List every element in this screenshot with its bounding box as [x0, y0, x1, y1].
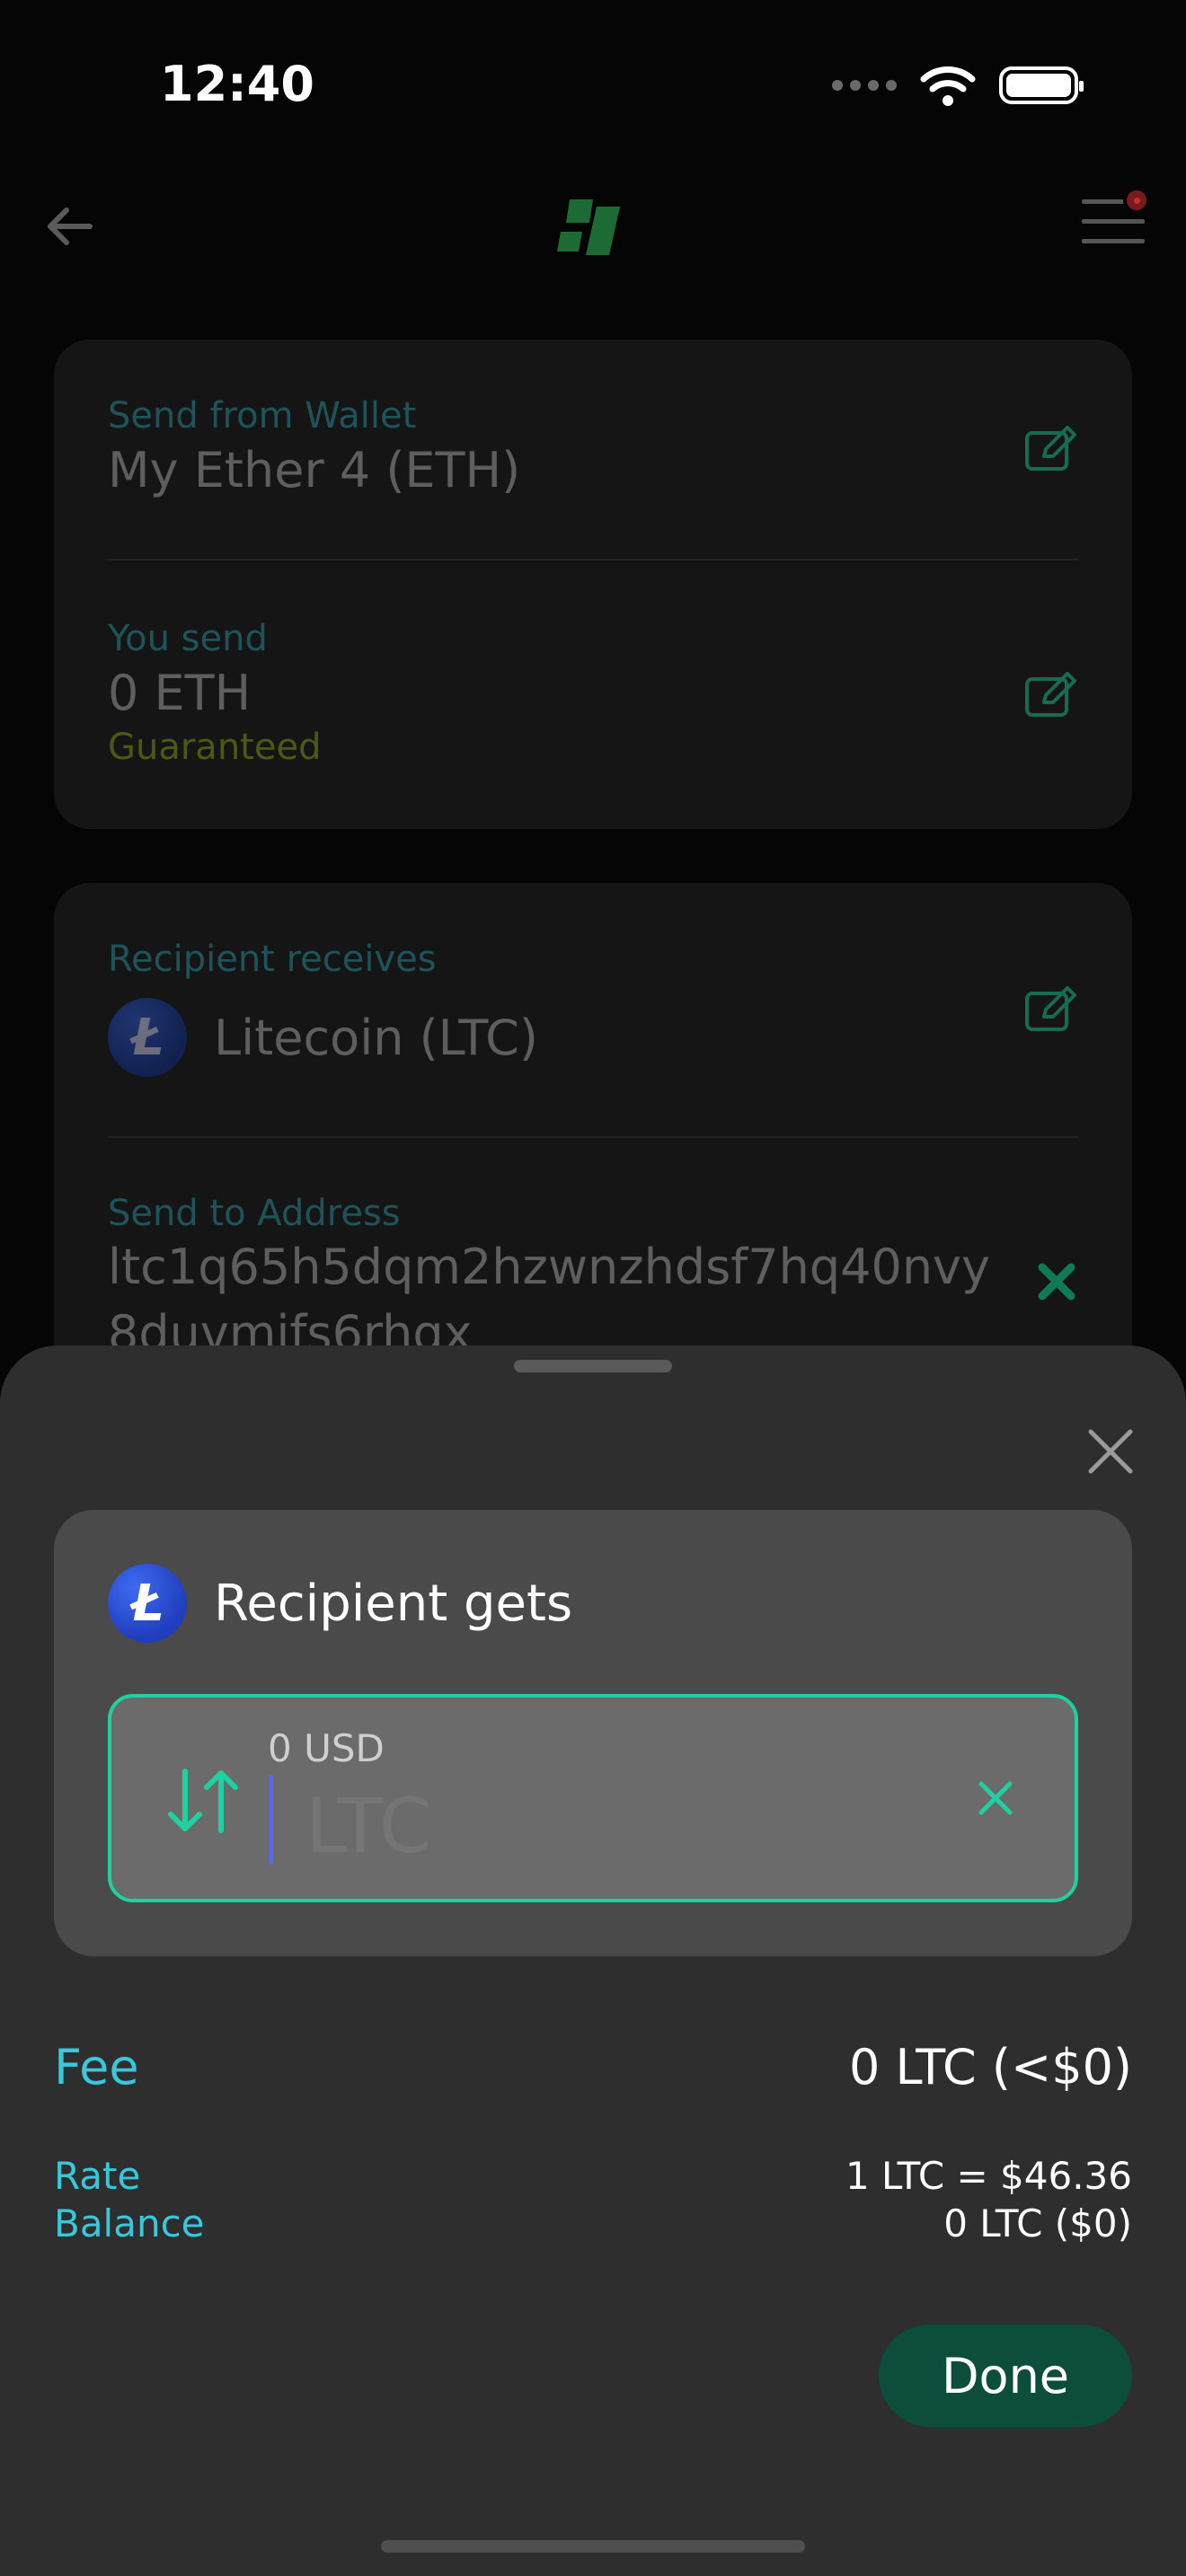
- fee-row: Fee 0 LTC (<$0): [54, 2039, 1132, 2095]
- fee-value: 0 LTC (<$0): [849, 2039, 1132, 2095]
- notification-dot: [1123, 187, 1150, 214]
- edit-icon[interactable]: [1024, 426, 1078, 472]
- amount-input-box[interactable]: 0 USD: [108, 1694, 1078, 1902]
- send-card: Send from Wallet My Ether 4 (ETH) You se…: [54, 340, 1132, 829]
- signal-icon: [832, 80, 897, 91]
- divider: [108, 1136, 1078, 1138]
- hamburger-menu-icon[interactable]: [1082, 187, 1150, 253]
- rate-label: Rate: [54, 2154, 141, 2198]
- balance-label: Balance: [54, 2201, 205, 2245]
- address-label: Send to Address: [108, 1193, 401, 1234]
- swap-arrows-icon[interactable]: [165, 1768, 241, 1834]
- wallet-label: Send from Wallet: [108, 395, 417, 437]
- text-cursor: [270, 1775, 273, 1865]
- divider: [108, 559, 1078, 560]
- balance-row: Balance 0 LTC ($0): [54, 2201, 1132, 2245]
- send-label: You send: [108, 618, 268, 659]
- litecoin-icon: Ł: [108, 998, 187, 1077]
- recipient-gets-sheet: Ł Recipient gets 0 USD Fee 0 LTC (<$0): [0, 1345, 1186, 2576]
- panel-title: Recipient gets: [214, 1574, 573, 1633]
- done-button[interactable]: Done: [879, 2325, 1132, 2427]
- panel-header: Ł Recipient gets: [108, 1564, 572, 1643]
- ltc-amount-input[interactable]: [305, 1782, 845, 1870]
- wifi-icon: [920, 66, 976, 106]
- amount-panel: Ł Recipient gets 0 USD: [54, 1510, 1132, 1956]
- app-logo: [557, 199, 620, 255]
- status-time: 12:40: [160, 56, 314, 112]
- recipient-field[interactable]: Recipient receives Ł Litecoin (LTC): [108, 939, 1078, 1077]
- address-field[interactable]: Send to Address ltc1q65h5dqm2hzwnzhdsf7h…: [108, 1193, 1078, 1367]
- balance-value: 0 LTC ($0): [943, 2201, 1132, 2245]
- close-icon[interactable]: [1085, 1426, 1136, 1477]
- back-arrow-icon[interactable]: [41, 198, 99, 255]
- home-indicator: [381, 2540, 805, 2553]
- usd-amount: 0 USD: [268, 1726, 385, 1770]
- recipient-label: Recipient receives: [108, 939, 437, 980]
- send-value: 0 ETH: [108, 665, 252, 721]
- battery-icon: [999, 66, 1084, 104]
- recipient-value: Litecoin (LTC): [214, 1009, 538, 1066]
- status-icons: [832, 65, 1084, 106]
- wallet-value: My Ether 4 (ETH): [108, 442, 521, 498]
- receive-card: Recipient receives Ł Litecoin (LTC) Send…: [54, 883, 1132, 1422]
- guaranteed-label: Guaranteed: [108, 727, 322, 768]
- clear-amount-icon[interactable]: [974, 1777, 1017, 1820]
- litecoin-icon: Ł: [108, 1564, 187, 1643]
- clear-address-icon[interactable]: [1035, 1260, 1078, 1303]
- edit-icon[interactable]: [1024, 672, 1078, 719]
- send-amount-field[interactable]: You send 0 ETH Guaranteed: [108, 618, 1078, 768]
- wallet-field[interactable]: Send from Wallet My Ether 4 (ETH): [108, 395, 1078, 498]
- fee-label: Fee: [54, 2039, 139, 2095]
- rate-row: Rate 1 LTC = $46.36: [54, 2154, 1132, 2198]
- rate-value: 1 LTC = $46.36: [845, 2154, 1132, 2198]
- sheet-grabber[interactable]: [514, 1360, 672, 1372]
- edit-icon[interactable]: [1024, 986, 1078, 1033]
- exchange-screen: 12:40 Send from Wallet My Ether 4 (ETH): [0, 0, 1186, 2576]
